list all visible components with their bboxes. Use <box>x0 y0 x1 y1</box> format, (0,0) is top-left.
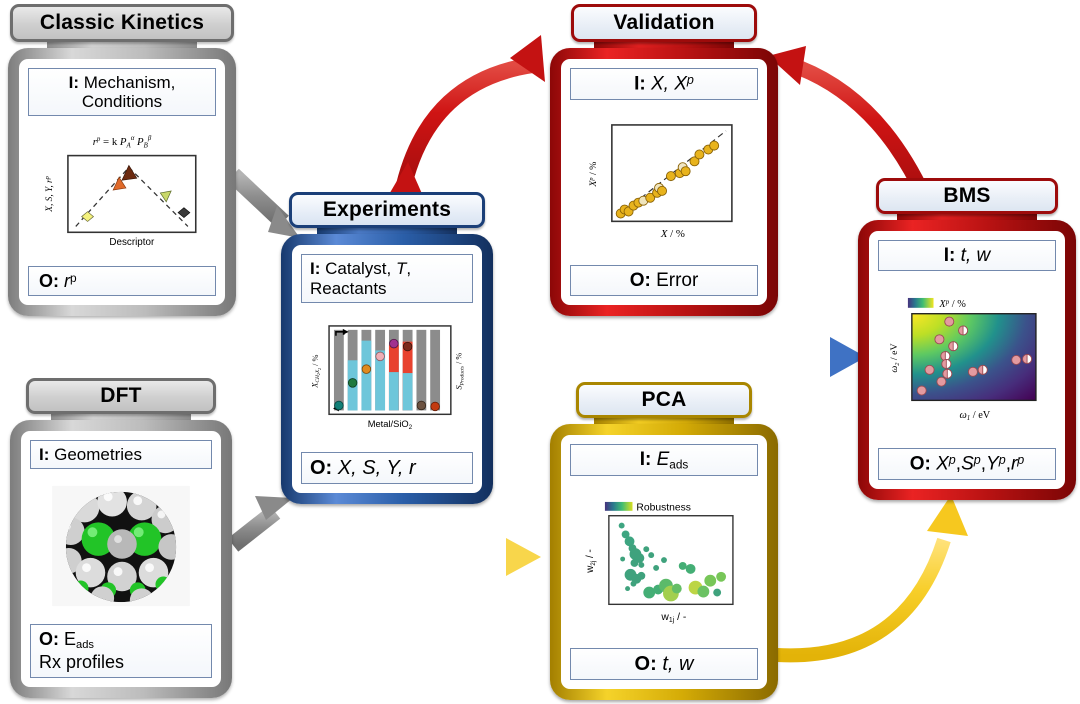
arrow-pca-to-bms <box>776 495 968 663</box>
figure-pca-scatter: Robustness w2j / - w1j / - <box>570 476 758 647</box>
io-output-classic-kinetics: O: rp <box>28 265 216 296</box>
module-validation[interactable]: Validation I: X, Xp Xp / % X / % O: Erro… <box>550 4 778 316</box>
label-experiments: Experiments <box>322 198 452 221</box>
figure-dft-cluster <box>30 469 212 623</box>
module-title-bms: BMS <box>876 178 1058 214</box>
io-input-dft: I: Geometries <box>30 440 212 470</box>
svg-text:SProducts / %: SProducts / % <box>455 353 466 390</box>
jar-body: I: X, Xp Xp / % X / % O: Error <box>550 48 778 316</box>
arrow-experiments-to-validation <box>381 35 545 208</box>
label-classic-kinetics: Classic Kinetics <box>39 11 205 34</box>
io-input-validation: I: X, Xp <box>570 68 758 100</box>
svg-text:ω1 / eV: ω1 / eV <box>959 410 990 422</box>
svg-text:ω2 / eV: ω2 / eV <box>889 343 901 372</box>
label-validation: Validation <box>613 11 715 34</box>
jar-body: I: t, w Xp / % ω2 / eV ω1 / eV O: Xp,Sp,… <box>858 220 1076 500</box>
svg-text:rp = k PAα PBβ: rp = k PAα PBβ <box>93 135 152 150</box>
label-pca: PCA <box>641 388 687 411</box>
jar-body: I: Catalyst, T, Reactants XCH2X2 / % SPr… <box>281 234 493 504</box>
module-title-pca: PCA <box>576 382 752 418</box>
svg-text:X, S, Y, rp: X, S, Y, rp <box>44 176 55 213</box>
arrow-bms-to-validation <box>768 46 932 202</box>
jar-body: I: Geometries O: Eads Rx profiles <box>10 420 232 698</box>
module-title-dft: DFT <box>26 378 216 414</box>
figure-volcano-plot: rp = k PAα PBβ X, S, Y, rp Descriptor <box>28 116 216 266</box>
io-output-validation: O: Error <box>570 264 758 296</box>
arrow-experiments-to-bms <box>491 337 866 377</box>
module-title-experiments: Experiments <box>289 192 485 228</box>
arrow-dft-to-pca <box>233 538 541 576</box>
label-dft: DFT <box>100 384 142 407</box>
io-output-experiments: O: X, S, Y, r <box>301 451 473 484</box>
io-output-bms: O: Xp,Sp,Yp,rp <box>878 448 1056 480</box>
module-classic-kinetics[interactable]: Classic Kinetics I: I: Mechanism, Condit… <box>8 4 236 316</box>
figure-experiments-bar-chart: XCH2X2 / % SProducts / % Metal/SiO2 <box>301 303 473 452</box>
module-experiments[interactable]: Experiments I: Catalyst, T, Reactants XC… <box>281 192 493 504</box>
module-title-classic-kinetics: Classic Kinetics <box>10 4 234 42</box>
figure-bms-heatmap: Xp / % ω2 / eV ω1 / eV <box>878 271 1056 448</box>
module-bms[interactable]: BMS I: t, w Xp / % ω2 / eV ω1 / eV O: Xp… <box>858 178 1076 500</box>
svg-text:X / %: X / % <box>660 228 685 240</box>
module-dft[interactable]: DFT I: Geometries O: Eads Rx profiles <box>10 378 232 698</box>
io-output-dft: O: Eads Rx profiles <box>30 623 212 678</box>
svg-text:w2j / -: w2j / - <box>585 549 597 574</box>
io-output-pca: O: t, w <box>570 647 758 680</box>
io-input-experiments: I: Catalyst, T, Reactants <box>301 254 473 304</box>
workflow-diagram: Classic Kinetics I: I: Mechanism, Condit… <box>0 0 1080 704</box>
module-pca[interactable]: PCA I: Eads Robustness w2j / - w1j / - O… <box>550 382 778 700</box>
module-title-validation: Validation <box>571 4 757 42</box>
io-input-bms: I: t, w <box>878 240 1056 272</box>
io-input-pca: I: Eads <box>570 444 758 477</box>
jar-body: I: I: Mechanism, ConditionsMechanism,Con… <box>8 48 236 316</box>
svg-text:Xp / %: Xp / % <box>588 162 599 188</box>
svg-text:XCH2X2 / %: XCH2X2 / % <box>310 355 322 389</box>
figure-parity-plot: Xp / % X / % <box>570 100 758 265</box>
svg-text:Descriptor: Descriptor <box>109 237 155 248</box>
bms-colorbar-label: Xp / % <box>938 299 966 310</box>
label-bms: BMS <box>943 184 991 207</box>
io-input-classic-kinetics: I: I: Mechanism, ConditionsMechanism,Con… <box>28 68 216 117</box>
jar-body: I: Eads Robustness w2j / - w1j / - O: t,… <box>550 424 778 700</box>
svg-text:w1j / -: w1j / - <box>660 612 686 624</box>
svg-text:Metal/SiO2: Metal/SiO2 <box>368 419 413 431</box>
pca-colorbar-label: Robustness <box>636 502 691 513</box>
